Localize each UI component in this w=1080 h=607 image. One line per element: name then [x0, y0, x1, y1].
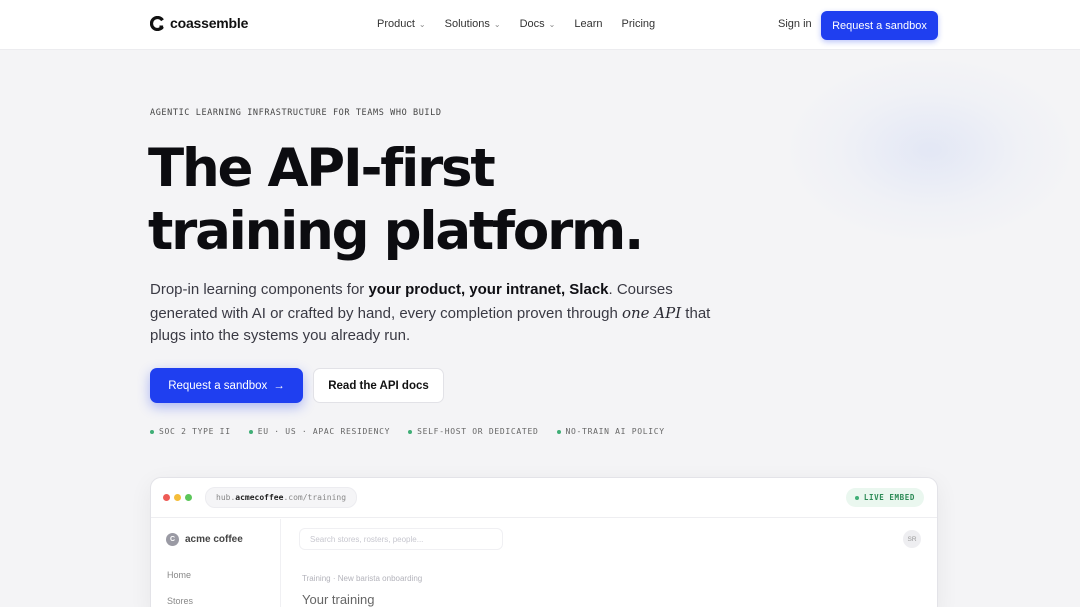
url-host: acmecoffee	[235, 493, 284, 502]
headline-line-2: training platform.	[148, 201, 644, 262]
window-maximize-icon	[185, 494, 192, 501]
status-dot-icon	[556, 429, 561, 434]
window-minimize-icon	[174, 494, 181, 501]
live-embed-badge: LIVE EMBED	[845, 488, 924, 507]
chevron-down-icon: ⌄	[493, 19, 501, 29]
sign-in-link[interactable]: Sign in	[778, 18, 812, 30]
window-close-icon	[163, 494, 170, 501]
nav-item-docs[interactable]: Docs ⌄	[520, 18, 556, 30]
badge-label: LIVE EMBED	[863, 493, 915, 502]
request-sandbox-nav-button[interactable]: Request a sandbox	[821, 11, 938, 40]
chevron-down-icon: ⌄	[548, 19, 556, 29]
url-suffix: .com/training	[283, 493, 347, 502]
badge-label: SELF-HOST OR DEDICATED	[417, 427, 539, 436]
badge-label: NO-TRAIN AI POLICY	[565, 427, 665, 436]
status-dot-icon	[854, 495, 859, 500]
org-name: acme coffee	[185, 534, 243, 545]
hero-eyebrow: AGENTIC LEARNING INFRASTRUCTURE FOR TEAM…	[150, 108, 442, 118]
logo[interactable]: coassemble	[149, 15, 249, 31]
read-api-docs-button[interactable]: Read the API docs	[313, 368, 444, 403]
arrow-right-icon: →	[273, 379, 285, 392]
avatar[interactable]: SR	[903, 530, 921, 548]
nav-links: Product ⌄ Solutions ⌄ Docs ⌄ Learn Prici…	[377, 18, 674, 30]
nav-item-product[interactable]: Product ⌄	[377, 18, 426, 30]
subhead-emphasis: your product, your intranet, Slack	[368, 281, 609, 298]
badge-no-train: NO-TRAIN AI POLICY	[556, 427, 665, 436]
nav-item-learn[interactable]: Learn	[574, 18, 602, 30]
browser-toolbar: hub. acmecoffee .com/training LIVE EMBED	[151, 478, 937, 518]
badge-label: EU · US · APAC RESIDENCY	[257, 427, 391, 436]
badge-label: SOC 2 TYPE II	[159, 427, 231, 436]
browser-mockup: hub. acmecoffee .com/training LIVE EMBED C…	[150, 477, 938, 607]
page-title: Your training	[302, 592, 375, 607]
subhead-text: Drop-in learning components for	[150, 281, 369, 298]
nav-item-label: Solutions	[444, 18, 490, 30]
nav-item-label: Docs	[519, 18, 545, 30]
subhead-italic: one API	[621, 303, 682, 322]
logo-text: coassemble	[170, 15, 249, 31]
compliance-badges: SOC 2 TYPE II EU · US · APAC RESIDENCY S…	[150, 427, 683, 436]
sidebar-item-stores[interactable]: Stores	[167, 596, 193, 606]
nav-item-pricing[interactable]: Pricing	[622, 18, 656, 30]
nav-item-label: Pricing	[621, 18, 656, 30]
top-navbar: coassemble Product ⌄ Solutions ⌄ Docs ⌄ …	[0, 0, 1080, 50]
org-avatar: C	[166, 533, 179, 546]
headline-line-1: The API-first	[148, 138, 496, 199]
status-dot-icon	[248, 429, 253, 434]
button-label: Request a sandbox	[168, 379, 268, 392]
status-dot-icon	[150, 429, 154, 434]
nav-item-label: Learn	[574, 18, 603, 30]
badge-soc2: SOC 2 TYPE II	[150, 427, 231, 436]
hero-subheading: Drop-in learning components for your pro…	[150, 279, 730, 348]
badge-self-host: SELF-HOST OR DEDICATED	[408, 427, 538, 436]
nav-item-solutions[interactable]: Solutions ⌄	[445, 18, 501, 30]
org-switcher[interactable]: C acme coffee	[166, 533, 243, 546]
nav-item-label: Product	[377, 18, 415, 30]
chevron-down-icon: ⌄	[418, 19, 426, 29]
badge-residency: EU · US · APAC RESIDENCY	[248, 427, 391, 436]
search-input[interactable]: Search stores, rosters, people...	[299, 528, 503, 550]
coassemble-logo-icon	[149, 15, 165, 31]
url-bar: hub. acmecoffee .com/training	[205, 487, 358, 508]
breadcrumb: Training · New barista onboarding	[302, 574, 423, 583]
sidebar-item-home[interactable]: Home	[167, 570, 191, 580]
status-dot-icon	[408, 429, 413, 434]
hero-headline: The API-first training platform.	[148, 137, 644, 263]
embed-sidebar: C acme coffee Home Stores	[151, 519, 281, 607]
url-prefix: hub.	[216, 493, 236, 502]
request-sandbox-button[interactable]: Request a sandbox →	[150, 368, 303, 403]
background-glow	[790, 60, 1070, 240]
